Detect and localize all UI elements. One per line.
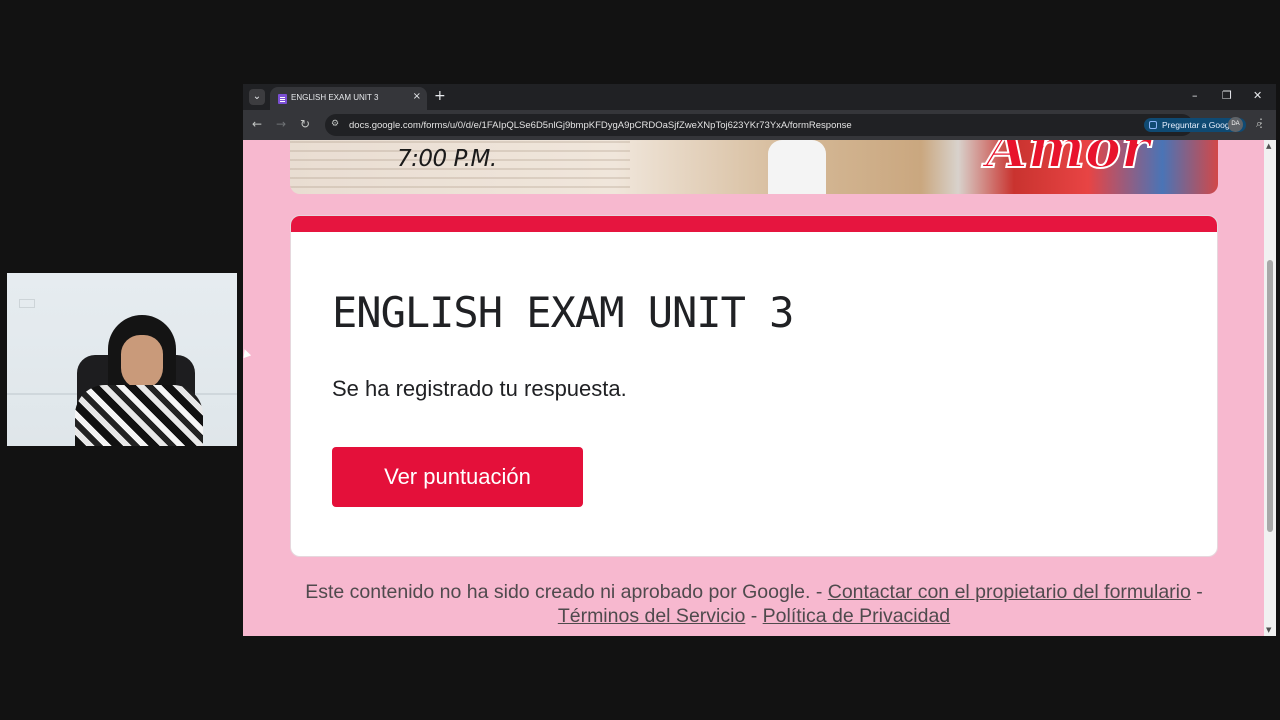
response-card: ENGLISH EXAM UNIT 3 Se ha registrado tu … — [290, 215, 1218, 557]
forward-icon[interactable]: → — [276, 117, 286, 131]
reload-icon[interactable]: ↻ — [300, 117, 310, 131]
new-tab-button[interactable]: + — [434, 88, 446, 104]
tab-title: ENGLISH EXAM UNIT 3 — [291, 93, 379, 102]
banner-script-text: Amor — [985, 140, 1151, 181]
restore-button[interactable]: ❐ — [1222, 89, 1232, 102]
terms-link[interactable]: Términos del Servicio — [558, 605, 745, 627]
privacy-link[interactable]: Política de Privacidad — [763, 605, 951, 627]
menu-icon[interactable]: ⋮ — [1255, 116, 1267, 130]
tab-close-icon[interactable]: × — [413, 91, 421, 102]
webcam-video — [7, 273, 237, 446]
google-lens-icon — [1149, 121, 1157, 129]
form-title: ENGLISH EXAM UNIT 3 — [332, 288, 794, 337]
ask-google-label: Preguntar a Google — [1162, 120, 1237, 130]
confirmation-message: Se ha registrado tu respuesta. — [332, 376, 627, 401]
address-bar[interactable]: ⚙ docs.google.com/forms/u/0/d/e/1FAIpQLS… — [325, 114, 1262, 136]
scroll-down-icon[interactable]: ▼ — [1266, 626, 1271, 634]
banner-figure — [768, 140, 826, 194]
google-forms-icon — [278, 94, 287, 104]
form-header-image: 7:00 P.M. Amor — [290, 140, 1218, 194]
page-viewport: 7:00 P.M. Amor ENGLISH EXAM UNIT 3 Se ha… — [243, 140, 1264, 636]
contact-owner-link[interactable]: Contactar con el propietario del formula… — [828, 581, 1191, 603]
browser-window: ⌄ ENGLISH EXAM UNIT 3 × + – ❐ ✕ ← → ↻ ⚙ … — [243, 84, 1276, 636]
person-body — [75, 385, 203, 446]
banner-time-text: 7:00 P.M. — [397, 146, 497, 172]
site-info-icon[interactable]: ⚙ — [331, 119, 343, 131]
footer-disclaimer: Este contenido no ha sido creado ni apro… — [305, 581, 828, 603]
url-text[interactable]: docs.google.com/forms/u/0/d/e/1FAIpQLSe6… — [349, 120, 852, 131]
footer-separator: - — [1190, 581, 1203, 603]
browser-toolbar: ← → ↻ ⚙ docs.google.com/forms/u/0/d/e/1F… — [243, 110, 1276, 140]
scrollbar-thumb[interactable] — [1267, 260, 1273, 532]
back-icon[interactable]: ← — [252, 117, 262, 131]
wall-logo — [19, 299, 35, 308]
tab-search-button[interactable]: ⌄ — [249, 89, 265, 105]
footer-separator: - — [745, 605, 763, 627]
profile-avatar[interactable]: DA — [1228, 117, 1243, 132]
form-footer: Este contenido no ha sido creado ni apro… — [290, 580, 1218, 628]
person-face — [121, 335, 163, 389]
tab-bar: ⌄ ENGLISH EXAM UNIT 3 × + – ❐ ✕ — [243, 84, 1276, 110]
close-window-button[interactable]: ✕ — [1253, 89, 1262, 102]
card-accent-bar — [291, 216, 1217, 232]
view-score-button[interactable]: Ver puntuación — [332, 447, 583, 507]
page-scrollbar[interactable]: ▲ ▼ — [1264, 140, 1276, 636]
scroll-up-icon[interactable]: ▲ — [1266, 142, 1271, 150]
minimize-button[interactable]: – — [1192, 89, 1198, 102]
tab-english-exam[interactable]: ENGLISH EXAM UNIT 3 × — [270, 87, 427, 110]
